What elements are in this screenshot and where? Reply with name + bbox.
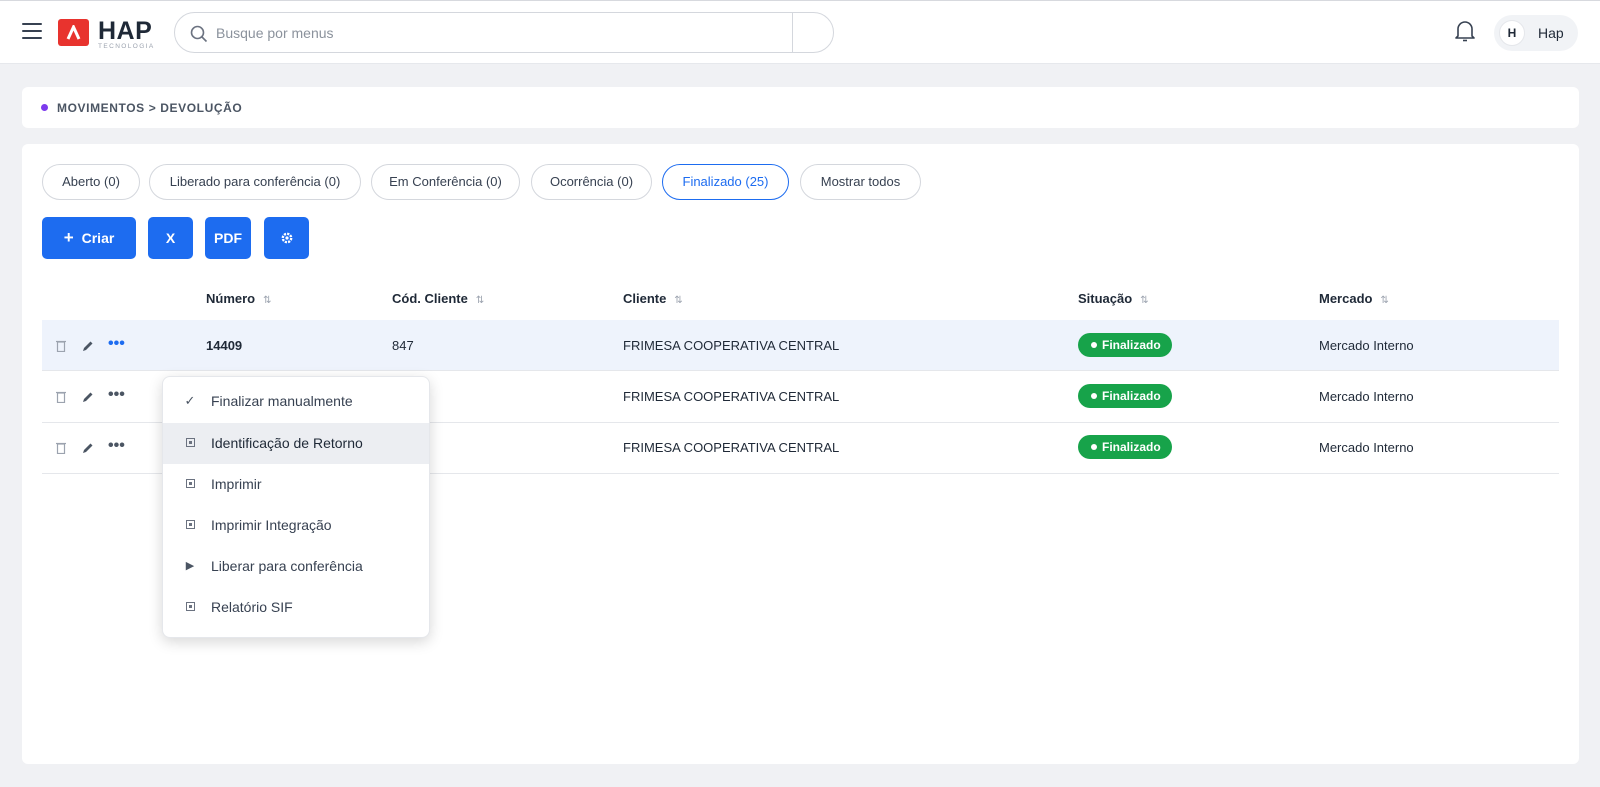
document-icon [183, 517, 197, 532]
search-input[interactable] [216, 19, 786, 47]
breadcrumb-dot-icon [41, 104, 48, 111]
more-options-icon[interactable]: ••• [108, 438, 125, 454]
logo-subtext: TECNOLOGIA [98, 43, 155, 50]
trash-icon[interactable] [56, 391, 66, 403]
excel-export-button[interactable]: X [148, 217, 193, 259]
menu-item-identificacao-retorno[interactable]: Identificação de Retorno [163, 423, 429, 464]
plus-icon: + [63, 228, 74, 247]
menu-item-label: Imprimir Integração [211, 517, 332, 533]
sort-icon[interactable]: ⇅ [1140, 295, 1148, 306]
breadcrumb-text: MOVIMENTOS > DEVOLUÇÃO [57, 101, 243, 115]
sort-icon[interactable]: ⇅ [476, 295, 484, 306]
menu-item-finalizar-manualmente[interactable]: ✓ Finalizar manualmente [163, 381, 429, 422]
user-name: Hap [1538, 25, 1564, 41]
menu-item-label: Finalizar manualmente [211, 393, 353, 409]
gear-icon [281, 232, 292, 244]
column-header-mercado[interactable]: Mercado ⇅ [1319, 291, 1389, 306]
tab-em-conferencia[interactable]: Em Conferência (0) [371, 164, 520, 200]
document-icon [183, 435, 197, 450]
document-icon [183, 476, 197, 491]
status-badge: Finalizado [1078, 435, 1172, 459]
cell-mercado: Mercado Interno [1319, 338, 1414, 353]
tab-aberto[interactable]: Aberto (0) [42, 164, 140, 200]
cell-cliente: FRIMESA COOPERATIVA CENTRAL [623, 338, 840, 353]
menu-item-liberar-conferencia[interactable]: ▶ Liberar para conferência [163, 546, 429, 587]
cell-cliente: FRIMESA COOPERATIVA CENTRAL [623, 389, 840, 404]
more-options-icon[interactable]: ••• [108, 387, 125, 403]
menu-item-relatorio-sif[interactable]: Relatório SIF [163, 587, 429, 628]
pencil-icon[interactable] [82, 391, 94, 403]
logo-mark [58, 19, 89, 46]
pencil-icon[interactable] [82, 442, 94, 454]
trash-icon[interactable] [56, 340, 66, 352]
avatar: H [1499, 20, 1525, 46]
menu-item-label: Relatório SIF [211, 599, 293, 615]
menu-item-imprimir[interactable]: Imprimir [163, 464, 429, 505]
breadcrumb: MOVIMENTOS > DEVOLUÇÃO [22, 87, 1579, 128]
tab-liberado[interactable]: Liberado para conferência (0) [149, 164, 361, 200]
column-label: Cód. Cliente [392, 291, 468, 306]
user-menu[interactable]: H Hap [1494, 15, 1578, 51]
cell-mercado: Mercado Interno [1319, 389, 1414, 404]
search-icon [190, 25, 208, 43]
logo-text: HAP [98, 17, 153, 45]
column-label: Cliente [623, 291, 667, 306]
menu-icon[interactable] [22, 23, 42, 39]
cell-cod-cliente: 847 [392, 338, 414, 353]
settings-button[interactable] [264, 217, 309, 259]
create-button[interactable]: + Criar [42, 217, 136, 259]
search-divider [792, 13, 793, 52]
pencil-icon[interactable] [82, 340, 94, 352]
tab-mostrar-todos[interactable]: Mostrar todos [800, 164, 921, 200]
menu-item-label: Imprimir [211, 476, 262, 492]
trash-icon[interactable] [56, 442, 66, 454]
column-label: Mercado [1319, 291, 1373, 306]
row-actions-menu: ✓ Finalizar manualmente Identificação de… [162, 376, 430, 638]
cell-numero: 14409 [206, 338, 243, 353]
cell-cliente: FRIMESA COOPERATIVA CENTRAL [623, 440, 840, 455]
create-label: Criar [81, 230, 115, 246]
table-row[interactable]: ••• 14409 847 FRIMESA COOPERATIVA CENTRA… [42, 320, 1559, 371]
column-label: Situação [1078, 291, 1133, 306]
column-header-cod-cliente[interactable]: Cód. Cliente ⇅ [392, 291, 484, 306]
cell-mercado: Mercado Interno [1319, 440, 1414, 455]
menu-item-label: Identificação de Retorno [211, 435, 363, 451]
column-header-cliente[interactable]: Cliente ⇅ [623, 291, 683, 306]
column-header-numero[interactable]: Número ⇅ [206, 291, 272, 306]
play-icon: ▶ [185, 560, 195, 572]
more-options-icon[interactable]: ••• [108, 336, 125, 352]
document-icon [183, 599, 197, 614]
column-label: Número [206, 291, 256, 306]
column-header-situacao[interactable]: Situação ⇅ [1078, 291, 1149, 306]
status-badge: Finalizado [1078, 333, 1172, 357]
check-icon: ✓ [184, 393, 196, 408]
status-badge: Finalizado [1078, 384, 1172, 408]
sort-icon[interactable]: ⇅ [674, 295, 682, 306]
tab-finalizado[interactable]: Finalizado (25) [662, 164, 789, 200]
menu-item-imprimir-integracao[interactable]: Imprimir Integração [163, 505, 429, 546]
menu-item-label: Liberar para conferência [211, 558, 363, 574]
bell-icon[interactable] [1453, 20, 1477, 42]
tab-ocorrencia[interactable]: Ocorrência (0) [531, 164, 652, 200]
pdf-export-button[interactable]: PDF [205, 217, 251, 259]
sort-icon[interactable]: ⇅ [263, 295, 271, 306]
sort-icon[interactable]: ⇅ [1380, 295, 1388, 306]
